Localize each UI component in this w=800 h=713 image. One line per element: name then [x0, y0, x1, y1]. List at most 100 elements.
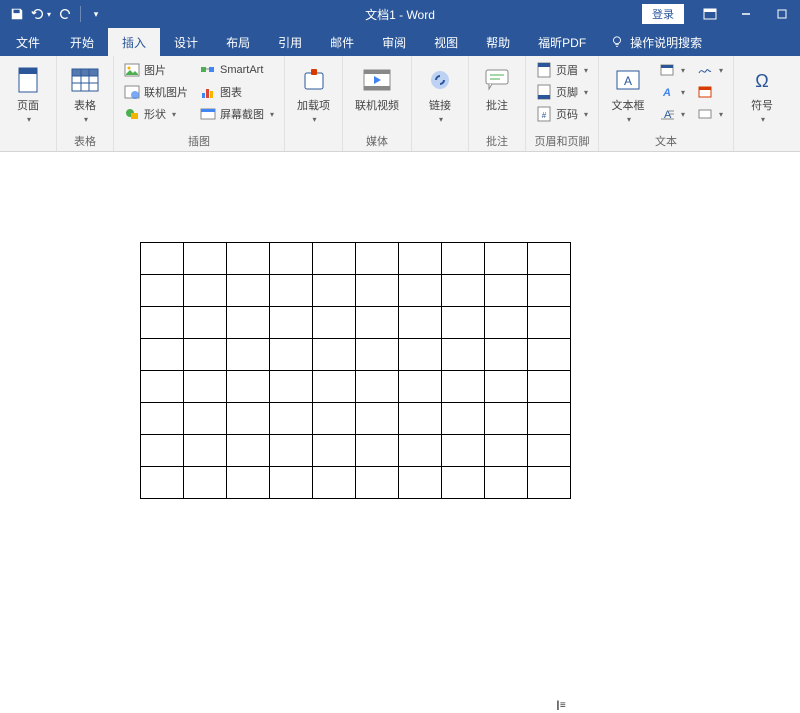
minimize-icon[interactable]: [728, 0, 764, 28]
table-cell[interactable]: [356, 403, 399, 435]
table-cell[interactable]: [141, 339, 184, 371]
ribbon-display-icon[interactable]: [692, 0, 728, 28]
signature-button[interactable]: ▾: [693, 60, 727, 80]
table-cell[interactable]: [313, 243, 356, 275]
table-cell[interactable]: [442, 403, 485, 435]
tab-file[interactable]: 文件: [0, 28, 56, 56]
table-cell[interactable]: [184, 243, 227, 275]
table-cell[interactable]: [528, 339, 571, 371]
table-cell[interactable]: [184, 403, 227, 435]
pictures-button[interactable]: 图片: [120, 60, 192, 80]
table-cell[interactable]: [485, 403, 528, 435]
table-cell[interactable]: [227, 243, 270, 275]
table-cell[interactable]: [485, 435, 528, 467]
table-cell[interactable]: [270, 403, 313, 435]
maximize-icon[interactable]: [764, 0, 800, 28]
table-cell[interactable]: [141, 467, 184, 499]
table-cell[interactable]: [399, 371, 442, 403]
table-cell[interactable]: [442, 275, 485, 307]
tab-layout[interactable]: 布局: [212, 28, 264, 56]
table-cell[interactable]: [184, 435, 227, 467]
table-cell[interactable]: [227, 403, 270, 435]
table-cell[interactable]: [528, 467, 571, 499]
comment-button[interactable]: 批注: [475, 60, 519, 117]
table-cell[interactable]: [485, 307, 528, 339]
table-cell[interactable]: [442, 467, 485, 499]
table-cell[interactable]: [313, 339, 356, 371]
table-cell[interactable]: [528, 403, 571, 435]
online-pictures-button[interactable]: 联机图片: [120, 82, 192, 102]
table-cell[interactable]: [528, 371, 571, 403]
redo-icon[interactable]: [54, 3, 76, 25]
table-cell[interactable]: [399, 403, 442, 435]
table-cell[interactable]: [356, 371, 399, 403]
table-cell[interactable]: [141, 307, 184, 339]
tab-view[interactable]: 视图: [420, 28, 472, 56]
save-icon[interactable]: [6, 3, 28, 25]
table-cell[interactable]: [270, 275, 313, 307]
table-cell[interactable]: [356, 435, 399, 467]
table-cell[interactable]: [313, 371, 356, 403]
table-cell[interactable]: [313, 435, 356, 467]
tab-home[interactable]: 开始: [56, 28, 108, 56]
table-cell[interactable]: [399, 435, 442, 467]
document-area[interactable]: I≡: [0, 152, 800, 499]
table-cell[interactable]: [270, 339, 313, 371]
table-cell[interactable]: [485, 275, 528, 307]
table-cell[interactable]: [356, 243, 399, 275]
table-cell[interactable]: [356, 275, 399, 307]
table-cell[interactable]: [485, 467, 528, 499]
table-cell[interactable]: [184, 467, 227, 499]
tab-help[interactable]: 帮助: [472, 28, 524, 56]
table-cell[interactable]: [528, 275, 571, 307]
table-cell[interactable]: [141, 275, 184, 307]
table-cell[interactable]: [399, 339, 442, 371]
table-cell[interactable]: [528, 307, 571, 339]
login-button[interactable]: 登录: [642, 4, 684, 24]
tab-references[interactable]: 引用: [264, 28, 316, 56]
table-cell[interactable]: [270, 435, 313, 467]
table-cell[interactable]: [227, 275, 270, 307]
table-cell[interactable]: [399, 307, 442, 339]
table-button[interactable]: 表格▾: [63, 60, 107, 130]
addins-button[interactable]: 加载项▾: [291, 60, 336, 130]
table-cell[interactable]: [442, 435, 485, 467]
online-video-button[interactable]: 联机视频: [349, 60, 405, 117]
table-cell[interactable]: [227, 307, 270, 339]
table-cell[interactable]: [399, 275, 442, 307]
table-cell[interactable]: [356, 339, 399, 371]
tell-me[interactable]: 操作说明搜索: [600, 28, 702, 56]
table-cell[interactable]: [270, 467, 313, 499]
chart-button[interactable]: 图表: [196, 82, 278, 102]
tab-review[interactable]: 审阅: [368, 28, 420, 56]
table-cell[interactable]: [141, 243, 184, 275]
table-cell[interactable]: [270, 371, 313, 403]
smartart-button[interactable]: SmartArt: [196, 60, 278, 80]
table-cell[interactable]: [485, 243, 528, 275]
table-cell[interactable]: [485, 371, 528, 403]
table-cell[interactable]: [356, 467, 399, 499]
header-button[interactable]: 页眉▾: [532, 60, 592, 80]
links-button[interactable]: 链接▾: [418, 60, 462, 130]
table-cell[interactable]: [141, 435, 184, 467]
table-cell[interactable]: [184, 307, 227, 339]
table-cell[interactable]: [184, 339, 227, 371]
table-cell[interactable]: [442, 307, 485, 339]
qat-customize-icon[interactable]: ▾: [85, 3, 107, 25]
table-cell[interactable]: [184, 275, 227, 307]
table-cell[interactable]: [184, 371, 227, 403]
screenshot-button[interactable]: 屏幕截图▾: [196, 104, 278, 124]
inserted-table[interactable]: [140, 242, 571, 499]
table-cell[interactable]: [528, 435, 571, 467]
table-cell[interactable]: [270, 307, 313, 339]
table-cell[interactable]: [442, 243, 485, 275]
datetime-button[interactable]: [693, 82, 727, 102]
wordart-button[interactable]: A▾: [655, 82, 689, 102]
table-cell[interactable]: [270, 243, 313, 275]
dropcap-button[interactable]: A▾: [655, 104, 689, 124]
undo-icon[interactable]: ▾: [30, 3, 52, 25]
table-cell[interactable]: [528, 243, 571, 275]
table-cell[interactable]: [227, 339, 270, 371]
table-cell[interactable]: [313, 467, 356, 499]
quick-parts-button[interactable]: ▾: [655, 60, 689, 80]
